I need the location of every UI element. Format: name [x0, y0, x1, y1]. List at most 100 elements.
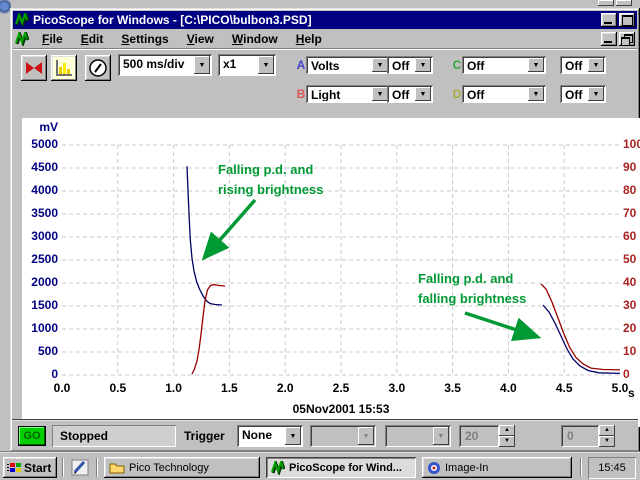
quick-launch-icon[interactable]: [70, 458, 90, 477]
x-axis-tick: 2.5: [321, 381, 361, 395]
y-axis-tick-left: 0: [22, 367, 58, 381]
channel-c-range-select[interactable]: Off ▼: [560, 56, 606, 74]
menu-help[interactable]: Help: [287, 30, 331, 48]
trigger-channel-select[interactable]: ▼: [310, 425, 376, 447]
y-axis-tick-right: 80: [623, 183, 640, 197]
channel-c-source-select[interactable]: Off ▼: [462, 56, 546, 74]
mdi-minimize-button[interactable]: [601, 32, 617, 46]
y-axis-tick-left: 500: [22, 344, 58, 358]
chevron-down-icon[interactable]: ▼: [415, 87, 431, 101]
x-axis-tick: 4.5: [544, 381, 584, 395]
y-axis-tick-right: 40: [623, 275, 640, 289]
y-axis-tick-left: 3500: [22, 206, 58, 220]
y-axis-tick-right: 10: [623, 344, 640, 358]
chevron-down-icon[interactable]: ▼: [285, 427, 301, 445]
picoscope-app-icon: [271, 461, 285, 475]
chevron-down-icon[interactable]: ▼: [194, 56, 210, 74]
window-title: PicoScope for Windows - [C:\PICO\bulbon3…: [33, 13, 599, 27]
y-axis-tick-right: 50: [623, 252, 640, 266]
mdi-restore-button[interactable]: [619, 32, 635, 46]
menu-edit[interactable]: Edit: [72, 30, 113, 48]
windows-logo-icon: [7, 462, 21, 474]
y-axis-tick-right: 100: [623, 137, 640, 151]
channel-b-source-select[interactable]: Light ▼: [306, 85, 390, 103]
trigger-mode-select[interactable]: None ▼: [237, 425, 303, 447]
toolbar: 500 ms/div ▼ x1 ▼ A Volts ▼ Off ▼ C Off …: [13, 48, 637, 110]
y-axis-tick-left: 4000: [22, 183, 58, 197]
arrow-down-right-icon: [465, 313, 538, 337]
y-axis-tick-left: 1500: [22, 298, 58, 312]
x-axis-tick: 0.0: [42, 381, 82, 395]
task-picoscope[interactable]: PicoScope for Wind...: [266, 457, 416, 478]
meter-dial-icon: [87, 57, 109, 79]
chevron-down-icon[interactable]: ▼: [588, 87, 604, 101]
background-window-button-fragment: [616, 0, 632, 6]
trigger-direction-select[interactable]: ▼: [385, 425, 451, 447]
menu-view[interactable]: View: [178, 30, 223, 48]
y-axis-tick-left: 2000: [22, 275, 58, 289]
y-axis-tick-left: 2500: [22, 252, 58, 266]
channel-a-range-select[interactable]: Off ▼: [387, 56, 433, 74]
trigger-delay-stepper[interactable]: ▲ ▼: [599, 425, 615, 447]
y-axis-tick-right: 20: [623, 321, 640, 335]
spin-up-icon[interactable]: ▲: [599, 425, 615, 436]
maximize-button[interactable]: [619, 13, 635, 27]
task-pico-technology[interactable]: Pico Technology: [104, 457, 260, 478]
minimize-button[interactable]: [601, 13, 617, 27]
y-axis-tick-right: 60: [623, 229, 640, 243]
document-system-icon: [15, 32, 29, 46]
spectrum-view-button[interactable]: [51, 55, 77, 81]
spin-down-icon[interactable]: ▼: [599, 436, 615, 447]
task-image-in[interactable]: Image-In: [422, 457, 572, 478]
chevron-down-icon[interactable]: ▼: [372, 58, 388, 72]
x-axis-tick: 3.0: [377, 381, 417, 395]
channel-d-label: D: [452, 87, 462, 101]
trigger-threshold-stepper[interactable]: ▲ ▼: [499, 425, 515, 447]
trigger-label: Trigger: [184, 429, 225, 443]
chevron-down-icon[interactable]: ▼: [415, 58, 431, 72]
y-axis-tick-left: 3000: [22, 229, 58, 243]
chevron-down-icon[interactable]: ▼: [528, 87, 544, 101]
chevron-down-icon[interactable]: ▼: [588, 58, 604, 72]
chart-area: mV s Falling p.d. and rising brightness …: [22, 118, 640, 427]
x-axis-tick: 2.0: [265, 381, 305, 395]
meter-view-button[interactable]: [85, 55, 111, 81]
x-axis-tick: 3.5: [433, 381, 473, 395]
chevron-down-icon[interactable]: ▼: [372, 87, 388, 101]
x-axis-tick: 0.5: [98, 381, 138, 395]
channel-a-source-select[interactable]: Volts ▼: [306, 56, 390, 74]
x-axis-tick: 1.5: [209, 381, 249, 395]
channel-d-source-select[interactable]: Off ▼: [462, 85, 546, 103]
channel-b-range-select[interactable]: Off ▼: [387, 85, 433, 103]
chevron-down-icon[interactable]: ▼: [528, 58, 544, 72]
trigger-delay-field[interactable]: 0: [561, 425, 599, 447]
taskbar: Start Pico Technology PicoScope for Wind…: [0, 452, 640, 480]
y-axis-tick-left: 4500: [22, 160, 58, 174]
channel-b-label: B: [296, 87, 306, 101]
taskbar-divider: [96, 458, 98, 477]
spin-down-icon[interactable]: ▼: [499, 436, 515, 447]
channel-d-range-select[interactable]: Off ▼: [560, 85, 606, 103]
chevron-down-icon[interactable]: ▼: [258, 56, 274, 74]
start-button[interactable]: Start: [3, 457, 57, 478]
menu-file[interactable]: File: [33, 30, 72, 48]
menu-settings[interactable]: Settings: [112, 30, 177, 48]
y-axis-tick-left: 5000: [22, 137, 58, 151]
status-state-panel: Stopped: [52, 425, 176, 447]
picoscope-app-icon: [15, 13, 29, 27]
arrow-down-left-icon: [204, 200, 255, 258]
chevron-down-icon: ▼: [358, 427, 374, 445]
go-button[interactable]: GO: [18, 426, 46, 446]
taskbar-clock: 15:45: [588, 457, 636, 479]
multiplier-select[interactable]: x1 ▼: [218, 54, 276, 76]
y-axis-tick-right: 0: [623, 367, 640, 381]
status-bar: GO Stopped Trigger None ▼ ▼ ▼ 20 ▲ ▼ 0 ▲…: [12, 419, 638, 450]
x-axis-tick: 4.0: [488, 381, 528, 395]
menu-window[interactable]: Window: [223, 30, 287, 48]
trigger-threshold-field[interactable]: 20: [459, 425, 499, 447]
spin-up-icon[interactable]: ▲: [499, 425, 515, 436]
menu-bar: File Edit Settings View Window Help: [13, 29, 637, 48]
timebase-select[interactable]: 500 ms/div ▼: [118, 54, 212, 76]
scope-view-button[interactable]: [21, 55, 47, 81]
pencil-icon: [70, 458, 90, 477]
